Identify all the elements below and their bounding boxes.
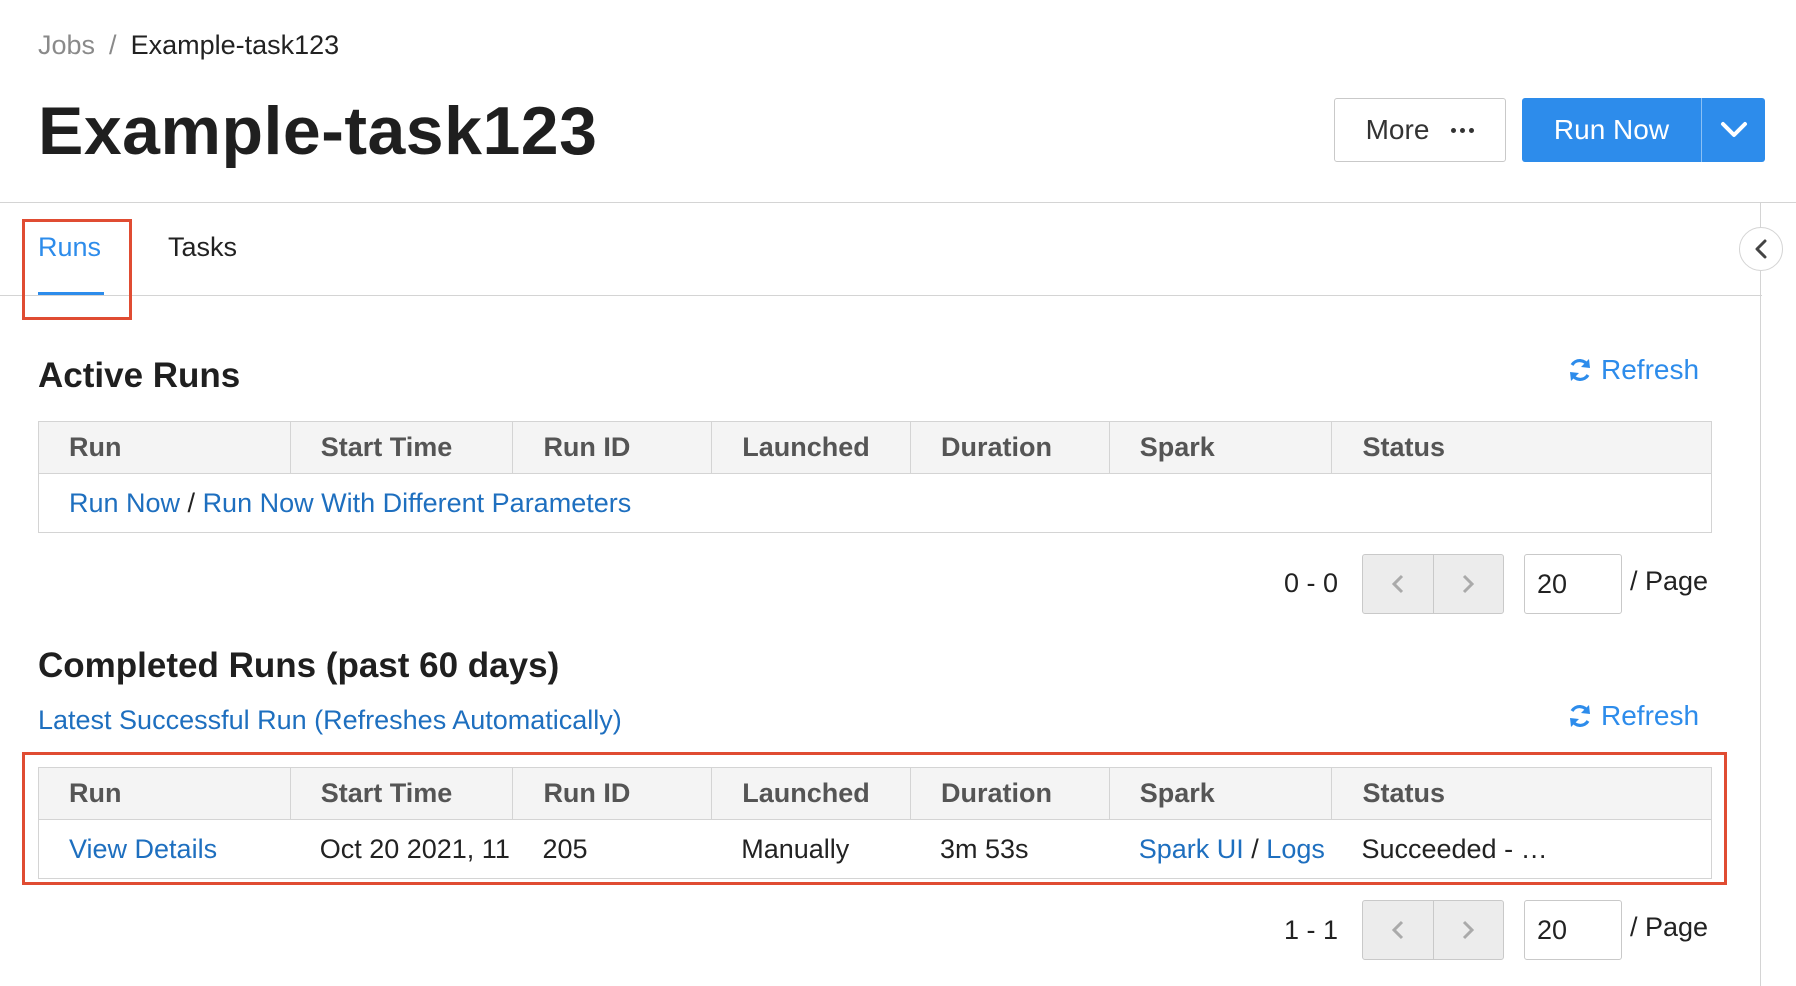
link-separator: / xyxy=(180,487,203,518)
tab-highlight-box xyxy=(22,219,132,320)
side-panel-divider xyxy=(1760,203,1761,986)
pager-range: 1 - 1 xyxy=(1284,915,1339,945)
table-row-empty: Run Now / Run Now With Different Paramet… xyxy=(39,474,1711,532)
chevron-left-icon xyxy=(1391,920,1403,940)
pager-next-button[interactable] xyxy=(1432,555,1504,613)
active-runs-table: Run Start Time Run ID Launched Duration … xyxy=(38,421,1712,533)
per-page-label: / Page xyxy=(1630,566,1709,596)
breadcrumb-separator: / xyxy=(109,30,117,60)
completed-table-highlight-box xyxy=(22,752,1727,885)
pager-nav xyxy=(1362,900,1504,960)
run-now-dropdown-button[interactable] xyxy=(1701,98,1765,162)
refresh-label: Refresh xyxy=(1601,354,1700,385)
completed-runs-refresh-button[interactable]: Refresh xyxy=(1567,700,1699,732)
tab-tasks[interactable]: Tasks xyxy=(168,232,237,263)
breadcrumb-current: Example-task123 xyxy=(130,30,340,60)
column-header-run-id: Run ID xyxy=(512,422,711,473)
pager-prev-button[interactable] xyxy=(1363,555,1433,613)
active-runs-title: Active Runs xyxy=(38,356,241,395)
page-size-input[interactable] xyxy=(1524,900,1622,960)
page-size-input[interactable] xyxy=(1524,554,1622,614)
collapse-panel-button[interactable] xyxy=(1739,227,1783,271)
pager-next-button[interactable] xyxy=(1432,901,1504,959)
column-header-spark: Spark xyxy=(1108,422,1332,473)
column-header-status: Status xyxy=(1331,422,1711,473)
refresh-icon xyxy=(1570,705,1590,727)
chevron-right-icon xyxy=(1463,920,1475,940)
breadcrumb-jobs-link[interactable]: Jobs xyxy=(38,30,95,60)
header-divider xyxy=(0,202,1796,203)
breadcrumb: Jobs / Example-task123 xyxy=(38,30,339,61)
per-page-label: / Page xyxy=(1630,912,1709,942)
run-with-params-link[interactable]: Run Now With Different Parameters xyxy=(203,488,632,519)
more-button[interactable]: More xyxy=(1334,98,1506,162)
pager-nav xyxy=(1362,554,1504,614)
refresh-label: Refresh xyxy=(1601,700,1700,731)
table-header-row: Run Start Time Run ID Launched Duration … xyxy=(39,422,1711,474)
refresh-icon xyxy=(1570,359,1590,381)
column-header-duration: Duration xyxy=(909,422,1109,473)
more-dots-icon xyxy=(1451,127,1475,133)
page-title: Example-task123 xyxy=(38,93,598,169)
run-now-button-label: Run Now xyxy=(1553,114,1670,145)
run-now-split-button: Run Now xyxy=(1522,98,1765,162)
chevron-right-icon xyxy=(1463,574,1475,594)
completed-runs-title: Completed Runs (past 60 days) xyxy=(38,646,560,685)
column-header-run: Run xyxy=(69,432,122,462)
pager-range: 0 - 0 xyxy=(1284,568,1339,598)
latest-successful-run-link[interactable]: Latest Successful Run (Refreshes Automat… xyxy=(38,705,622,736)
more-button-label: More xyxy=(1365,114,1430,145)
run-now-button[interactable]: Run Now xyxy=(1522,98,1701,162)
column-header-start-time: Start Time xyxy=(289,422,513,473)
pager-prev-button[interactable] xyxy=(1363,901,1433,959)
empty-row-actions: Run Now / Run Now With Different Paramet… xyxy=(39,474,1711,532)
chevron-left-icon xyxy=(1755,239,1767,259)
chevron-down-icon xyxy=(1720,122,1747,137)
active-runs-refresh-button[interactable]: Refresh xyxy=(1567,354,1699,386)
tabs-divider xyxy=(0,295,1762,296)
column-header-launched: Launched xyxy=(711,422,910,473)
run-now-link[interactable]: Run Now xyxy=(69,488,180,519)
chevron-left-icon xyxy=(1391,574,1403,594)
